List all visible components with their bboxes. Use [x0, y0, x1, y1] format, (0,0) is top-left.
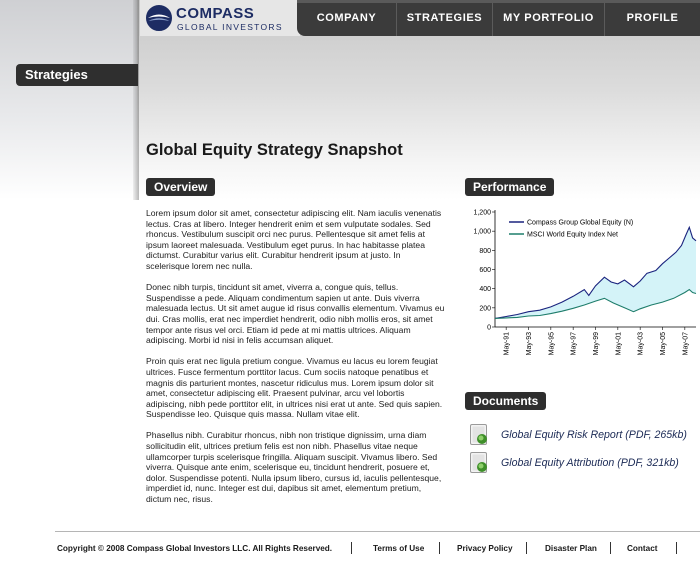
main-navigation: COMPANY STRATEGIES MY PORTFOLIO PROFILE: [297, 0, 700, 36]
overview-heading: Overview: [146, 178, 216, 196]
nav-top-border: [297, 0, 700, 3]
overview-paragraph: Phasellus nibh. Curabitur rhoncus, nibh …: [146, 430, 442, 505]
left-column-background: [0, 0, 137, 200]
overview-paragraph: Donec nibh turpis, tincidunt sit amet, v…: [146, 282, 445, 346]
footer-link-terms[interactable]: Terms of Use: [373, 544, 424, 553]
chart-x-tick-label: May-01: [615, 332, 622, 355]
documents-heading: Documents: [465, 392, 547, 410]
nav-item-company[interactable]: COMPANY: [297, 0, 397, 36]
footer-divider: [55, 531, 700, 532]
chart-y-tick-label: 600: [479, 267, 491, 274]
pdf-document-icon: [470, 424, 487, 445]
company-logo[interactable]: COMPASS GLOBAL INVESTORS: [140, 0, 300, 36]
compass-logo-icon: [146, 5, 172, 31]
footer-separator: [439, 542, 440, 554]
chart-x-tick-label: May-91: [504, 332, 511, 355]
chart-legend-label: Compass Group Global Equity (N): [527, 220, 633, 227]
document-link-label[interactable]: Global Equity Risk Report (PDF, 265kb): [501, 429, 687, 441]
chart-x-tick-label: May-95: [548, 332, 555, 355]
brand-name: COMPASS: [176, 5, 255, 22]
chart-y-tick-label: 0: [487, 325, 491, 332]
footer-link-contact[interactable]: Contact: [627, 544, 657, 553]
document-link-label[interactable]: Global Equity Attribution (PDF, 321kb): [501, 457, 679, 469]
nav-item-my-portfolio[interactable]: MY PORTFOLIO: [493, 0, 605, 36]
overview-paragraph: Proin quis erat nec ligula pretium congu…: [146, 356, 443, 420]
chart-x-tick-label: May-99: [593, 332, 600, 355]
brand-subtitle: GLOBAL INVESTORS: [177, 22, 283, 32]
column-shadow: [133, 0, 139, 200]
chart-y-tick-label: 1,200: [473, 210, 491, 217]
chart-y-tick-label: 200: [479, 305, 491, 312]
page-title: Global Equity Strategy Snapshot: [146, 141, 403, 159]
footer-separator: [610, 542, 611, 554]
chart-y-tick-label: 800: [479, 248, 491, 255]
chart-y-tick-label: 1,000: [473, 229, 491, 236]
nav-item-profile[interactable]: PROFILE: [605, 0, 700, 36]
overview-body: Lorem ipsum dolor sit amet, consectetur …: [146, 208, 446, 515]
footer-link-privacy[interactable]: Privacy Policy: [457, 544, 513, 553]
footer-copyright: Copyright © 2008 Compass Global Investor…: [57, 544, 333, 553]
chart-y-tick-label: 400: [479, 286, 491, 293]
chart-x-tick-label: May-93: [526, 332, 533, 355]
footer-link-disaster-plan[interactable]: Disaster Plan: [545, 544, 597, 553]
chart-x-tick-label: May-05: [660, 332, 667, 355]
chart-x-tick-label: May-07: [682, 332, 689, 355]
document-link-attribution[interactable]: Global Equity Attribution (PDF, 321kb): [470, 452, 679, 474]
footer-separator: [351, 542, 352, 554]
sidebar-section-label: Strategies: [16, 64, 138, 86]
performance-chart: 0 200 400 600 800 1,000 1,200 May-91 May-93 May-9…: [473, 210, 697, 355]
chart-legend-label: MSCI World Equity Index Net: [527, 232, 618, 239]
chart-x-tick-label: May-97: [571, 332, 578, 355]
nav-item-strategies[interactable]: STRATEGIES: [397, 0, 493, 36]
footer-separator: [526, 542, 527, 554]
overview-paragraph: Lorem ipsum dolor sit amet, consectetur …: [146, 208, 442, 271]
performance-heading: Performance: [465, 178, 555, 196]
chart-area-fill: [495, 227, 696, 319]
pdf-document-icon: [470, 452, 487, 473]
chart-x-tick-label: May-03: [638, 332, 645, 355]
document-link-risk-report[interactable]: Global Equity Risk Report (PDF, 265kb): [470, 424, 687, 446]
footer-separator: [676, 542, 677, 554]
